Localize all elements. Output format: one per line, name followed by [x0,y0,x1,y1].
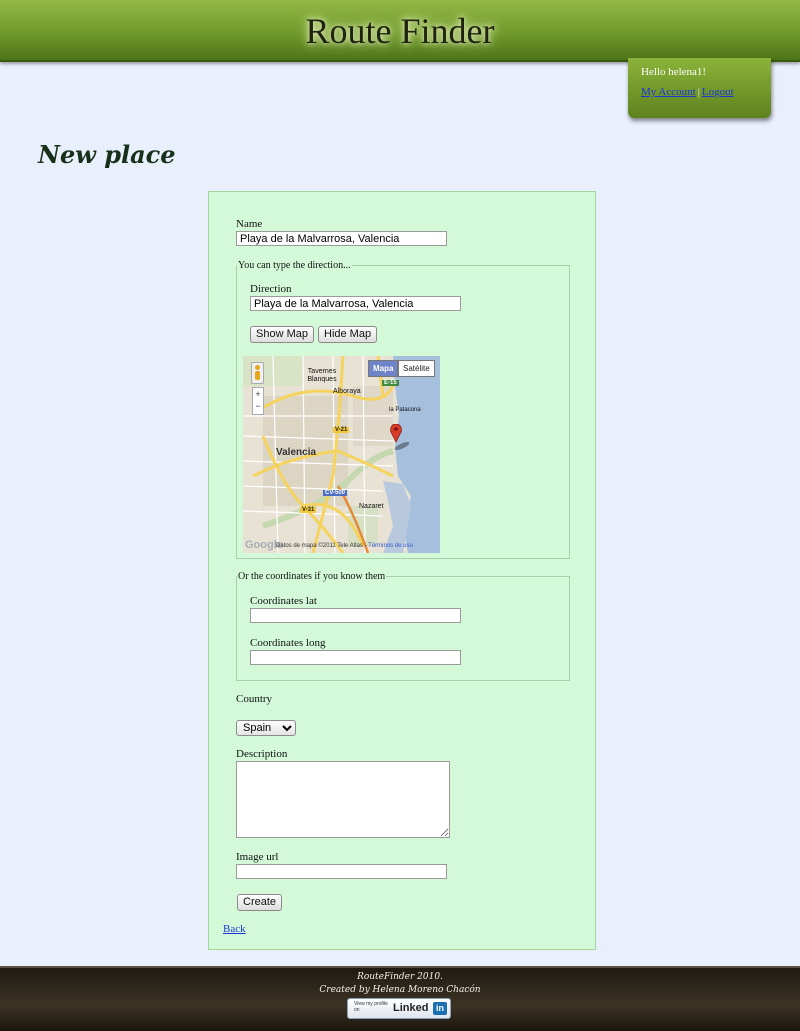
map-type-satellite-button[interactable]: Satélite [398,360,435,377]
site-title: Route Finder [305,11,495,51]
footer-copyright: RouteFinder 2010. [357,972,443,982]
description-label: Description [236,748,288,760]
place-label: Alboraya [333,388,361,395]
location-marker-icon[interactable] [390,424,412,450]
map-view[interactable]: E-15 V-21 CV-500 V-31 Tavernes Blanques … [243,356,440,553]
greeting-text: Hello helena1! [641,66,707,78]
map-attribution-text: Datos de mapa ©2011 Tele Atlas - [276,543,367,549]
road-label: V-31 [300,507,317,513]
zoom-control: + − [252,387,264,415]
place-label: la Patacona [389,407,421,413]
place-label: Tavernes Blanques [307,368,337,383]
page-title: New place [38,140,176,169]
linkedin-in-icon: in [433,1002,447,1015]
image-url-field[interactable] [236,864,447,879]
footer-author: Created by Helena Moreno Chacón [319,985,481,995]
direction-field[interactable] [250,296,461,311]
zoom-out-button[interactable]: − [253,400,263,412]
user-box: Hello helena1! My Account | Logout [628,58,771,118]
hide-map-button[interactable]: Hide Map [318,326,378,343]
map-canvas [243,356,440,553]
long-field[interactable] [250,650,461,665]
place-label: Nazaret [359,503,384,510]
road-label: CV-500 [323,490,348,496]
road-label: V-21 [333,427,350,433]
site-footer: RouteFinder 2010. Created by Helena More… [0,966,800,1031]
lat-field[interactable] [250,608,461,623]
direction-label: Direction [250,283,292,295]
zoom-in-button[interactable]: + [253,388,263,400]
description-textarea[interactable] [236,761,450,838]
country-select[interactable]: Spain [236,720,296,736]
site-header: Route Finder [0,0,800,62]
linkedin-badge-caption: View my profile on [354,1001,388,1013]
name-label: Name [236,218,263,230]
long-label: Coordinates long [250,637,326,649]
linkedin-profile-badge[interactable]: View my profile on Linked in [347,998,451,1019]
my-account-link[interactable]: My Account [641,86,696,98]
create-button[interactable]: Create [237,894,283,911]
map-attribution: Datos de mapa ©2011 Tele Atlas - Término… [276,543,413,549]
road-label: E-15 [382,380,399,386]
lat-label: Coordinates lat [250,595,317,607]
logout-link[interactable]: Logout [702,86,734,98]
new-place-form: Name You can type the direction... Direc… [208,191,596,950]
account-links: My Account | Logout [641,86,734,98]
back-link[interactable]: Back [223,923,246,935]
street-view-pegman-icon[interactable] [251,362,264,384]
terms-of-use-link[interactable]: Términos de uso [368,543,413,549]
show-map-button[interactable]: Show Map [250,326,314,343]
direction-group-legend: You can type the direction... [238,260,351,271]
image-url-label: Image url [236,851,279,863]
country-label: Country [236,693,273,705]
linkedin-brand-text: Linked [393,1002,429,1014]
name-field[interactable] [236,231,447,246]
coordinates-group-legend: Or the coordinates if you know them [238,571,386,582]
place-label: Valencia [276,447,317,458]
map-type-map-button[interactable]: Mapa [368,360,399,377]
